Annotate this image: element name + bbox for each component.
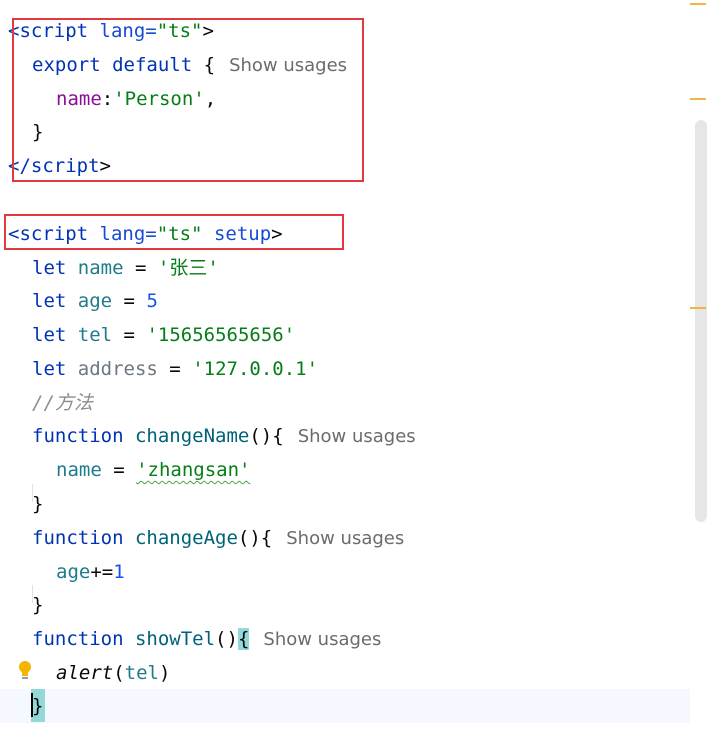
- call-paren-open: (: [113, 662, 125, 684]
- annotation-box: [12, 18, 364, 182]
- variable-value: 5: [146, 290, 158, 312]
- code-line[interactable]: function changeAge(){ Show usages: [32, 521, 404, 555]
- code-line[interactable]: //方法: [32, 386, 93, 420]
- code-comment: //方法: [32, 392, 93, 414]
- function-keyword: function: [32, 527, 124, 549]
- parens: (){: [237, 527, 273, 549]
- scrollbar-thumb[interactable]: [695, 120, 707, 522]
- scroll-marker[interactable]: [690, 3, 706, 5]
- variable-name: address: [77, 358, 158, 380]
- variable-value: '127.0.0.1': [192, 358, 319, 380]
- scroll-marker[interactable]: [690, 98, 706, 100]
- parens: (){: [249, 425, 284, 447]
- let-keyword: let: [32, 257, 67, 279]
- variable-value: '张三': [157, 257, 219, 279]
- scroll-marker[interactable]: [690, 307, 706, 309]
- code-line[interactable]: let address = '127.0.0.1': [32, 352, 318, 386]
- function-keyword: function: [32, 628, 124, 650]
- code-line[interactable]: alert(tel): [56, 656, 170, 690]
- function-keyword: function: [32, 425, 124, 447]
- function-name: changeAge: [134, 527, 238, 549]
- annotation-box: [4, 214, 344, 250]
- code-line[interactable]: function changeName(){ Show usages: [32, 419, 416, 453]
- lightbulb-icon[interactable]: [18, 660, 32, 682]
- show-usages-hint[interactable]: Show usages: [298, 426, 416, 447]
- code-line[interactable]: }: [32, 588, 43, 622]
- code-line[interactable]: age+=1: [56, 555, 125, 589]
- variable-value: '15656565656': [146, 324, 296, 346]
- function-name: changeName: [134, 425, 250, 447]
- show-usages-hint[interactable]: Show usages: [263, 629, 381, 650]
- brace-open-matched: {: [237, 628, 250, 650]
- string-value: 'zhangsan': [136, 459, 251, 481]
- assign-op: =: [123, 257, 158, 279]
- show-usages-hint[interactable]: Show usages: [286, 528, 404, 549]
- variable-name: name: [77, 257, 124, 279]
- code-line[interactable]: }: [32, 487, 43, 521]
- brace-close: }: [32, 493, 44, 515]
- assign-op: +=: [90, 561, 114, 583]
- code-line[interactable]: }: [32, 689, 43, 723]
- code-line[interactable]: function showTel(){ Show usages: [32, 622, 381, 656]
- function-name: showTel: [134, 628, 216, 650]
- variable-name: tel: [77, 324, 113, 346]
- parens: (): [215, 628, 238, 650]
- code-line[interactable]: let name = '张三': [32, 251, 219, 285]
- brace-close-matched: }: [32, 695, 44, 717]
- let-keyword: let: [32, 324, 67, 346]
- function-call: alert: [56, 662, 114, 684]
- brace-close: }: [32, 594, 44, 616]
- variable-ref: name: [56, 459, 102, 481]
- code-line[interactable]: let age = 5: [32, 284, 158, 318]
- variable-ref: age: [56, 561, 91, 583]
- assign-op: =: [101, 459, 137, 481]
- current-line-highlight: [0, 689, 690, 723]
- code-line[interactable]: let tel = '15656565656': [32, 318, 295, 352]
- assign-op: =: [112, 324, 147, 346]
- call-paren-close: ): [158, 662, 171, 684]
- number-value: 1: [113, 561, 125, 583]
- assign-op: =: [112, 290, 147, 312]
- code-line[interactable]: name = 'zhangsan': [56, 453, 250, 487]
- let-keyword: let: [32, 358, 67, 380]
- text-caret: [31, 693, 33, 717]
- variable-name: age: [77, 290, 113, 312]
- let-keyword: let: [32, 290, 67, 312]
- call-argument: tel: [124, 662, 159, 684]
- assign-op: =: [157, 358, 193, 380]
